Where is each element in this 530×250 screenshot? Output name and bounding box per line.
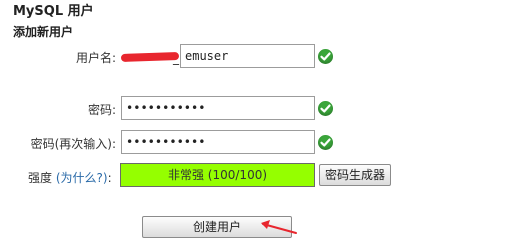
password-confirm-label: 密码(再次输入): (30, 137, 116, 151)
redaction-mark (120, 51, 180, 63)
check-icon (318, 49, 333, 64)
strength-colon: : (107, 171, 112, 185)
subsection-title: 添加新用户 (13, 25, 74, 39)
strength-label-group: 强度 (为什么?): (28, 169, 112, 186)
username-prefix: _ (173, 51, 179, 65)
strength-label: 强度 (28, 171, 53, 185)
strength-meter: 非常强 (100/100) (120, 163, 315, 187)
password-confirm-input[interactable]: ••••••••••• (121, 130, 315, 154)
password-generator-button[interactable]: 密码生成器 (319, 164, 391, 186)
why-link[interactable]: (为什么?) (56, 171, 108, 185)
section-title: MySQL 用户 (13, 4, 94, 19)
password-label: 密码: (87, 103, 116, 117)
username-label: 用户名: (75, 51, 116, 65)
username-input[interactable]: emuser (180, 44, 315, 68)
annotation-arrow-icon (261, 220, 297, 234)
password-input[interactable]: ••••••••••• (121, 96, 315, 120)
check-icon (318, 101, 333, 116)
check-icon (318, 135, 333, 150)
